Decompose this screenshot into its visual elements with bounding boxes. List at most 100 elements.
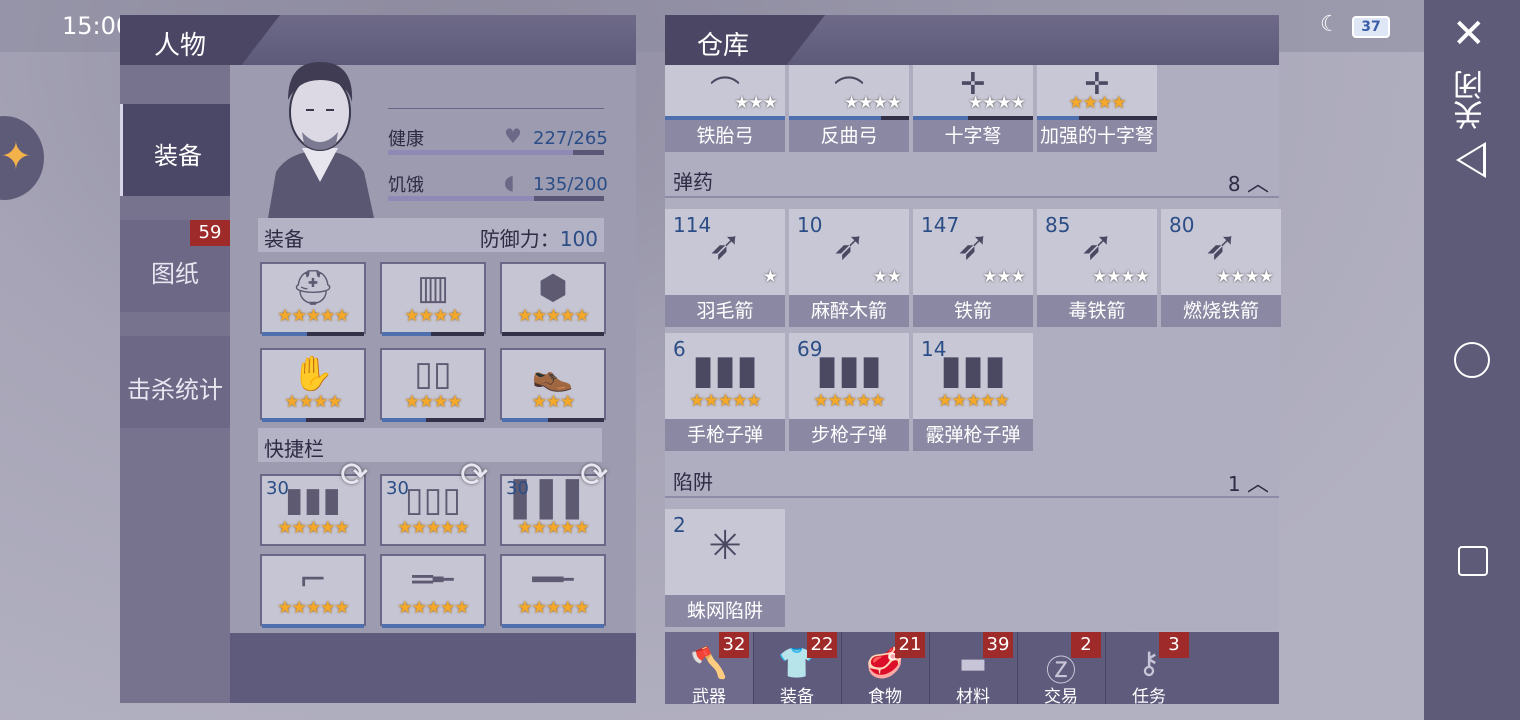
stomach-icon: ◖ (504, 170, 515, 194)
item-quantity: 10 (797, 213, 823, 237)
home-icon[interactable] (1454, 342, 1490, 378)
warehouse-item[interactable]: ⌒ ★★★ 铁胎弓 (665, 65, 785, 152)
rifle-icon: ━╾ (532, 560, 574, 600)
warehouse-item[interactable]: ➶ 80 ★★★★ 燃烧铁箭 (1161, 209, 1281, 327)
swap-icon[interactable]: ⟳ (580, 455, 609, 495)
heart-icon: ♥ (504, 124, 522, 148)
warehouse-item[interactable]: ▮▮▮ 14 ★★★★★ 霰弹枪子弹 (913, 333, 1033, 451)
item-name: 羽毛箭 (665, 295, 785, 327)
character-portrait (268, 62, 374, 218)
category-tab[interactable]: 👕 装备 22 (753, 632, 841, 707)
tab-blueprints-label: 图纸 (151, 260, 199, 288)
item-name: 加强的十字弩 (1037, 120, 1157, 152)
ammo-section-count: 8 ︿ (1228, 166, 1269, 198)
boots-icon: 👞 (531, 354, 575, 394)
tab-divider (841, 632, 842, 704)
star-rating: ★★★ (531, 392, 576, 412)
chevron-up-icon[interactable]: ︿ (1247, 472, 1269, 497)
category-tab[interactable]: ▬ 材料 39 (929, 632, 1017, 707)
quickbar-title: 快捷栏 (264, 437, 324, 461)
category-count-badge: 2 (1071, 632, 1101, 658)
star-rating: ★★★ (982, 267, 1026, 287)
health-value: 227/265 (533, 128, 608, 149)
star-rating: ★★★★ (1068, 93, 1127, 113)
warehouse-item[interactable]: ▮▮▮ 69 ★★★★★ 步枪子弹 (789, 333, 909, 451)
equipment-slot[interactable]: ═╾ ★★★★★ (380, 554, 486, 628)
category-tab[interactable]: Ⓩ 交易 2 (1017, 632, 1105, 707)
chevron-up-icon[interactable]: ︿ (1247, 172, 1269, 197)
equipment-slot[interactable]: ⬢ ★★★★★ (500, 262, 606, 336)
category-tab[interactable]: 🪓 武器 32 (665, 632, 753, 707)
warehouse-item[interactable]: ⌒ ★★★★ 反曲弓 (789, 65, 909, 152)
durability-bar-fill (262, 418, 306, 422)
chest-armor-icon: ▥ (416, 268, 450, 308)
star-rating: ★★★★★ (517, 306, 589, 326)
category-tab-label: 材料 (956, 687, 990, 707)
character-panel-footer (230, 633, 636, 703)
item-quantity: 69 (797, 337, 823, 361)
equipment-section-header: 装备 防御力：100 (258, 218, 604, 252)
hunger-bar (388, 196, 604, 201)
item-quantity: 114 (673, 213, 712, 237)
category-tab[interactable]: ⚷ 任务 3 (1105, 632, 1193, 707)
trap-section-header[interactable]: 陷阱 1 ︿ (665, 460, 1279, 498)
swap-icon[interactable]: ⟳ (460, 455, 489, 495)
star-rating: ★★★★ (1092, 267, 1150, 287)
defense-stat: 防御力：100 (480, 223, 598, 252)
equipment-section-title: 装备 (264, 227, 304, 251)
revolver-icon: ⌐ (298, 560, 328, 600)
category-count-badge: 32 (719, 632, 749, 658)
slot-quantity: 30 (386, 478, 409, 499)
item-name: 铁箭 (913, 295, 1033, 327)
hunger-bar-fill (388, 196, 534, 201)
pants-icon: ▯▯ (414, 354, 452, 394)
warehouse-item[interactable]: ➶ 114 ★ 羽毛箭 (665, 209, 785, 327)
trap-count: 1 (1227, 472, 1241, 496)
tab-kill-stats[interactable]: 击杀统计 (120, 336, 230, 428)
equipment-slot[interactable]: ⌐ ★★★★★ (260, 554, 366, 628)
item-name: 麻醉木箭 (789, 295, 909, 327)
star-rating: ★★★★★ (937, 391, 1009, 411)
ammo-count: 8 (1227, 172, 1241, 196)
category-tab[interactable]: 🥩 食物 21 (841, 632, 929, 707)
equipment-slot[interactable]: 👞 ★★★ (500, 348, 606, 422)
warehouse-item[interactable]: ➶ 10 ★★ 麻醉木箭 (789, 209, 909, 327)
close-label[interactable]: 关闭 (1452, 70, 1492, 130)
item-name: 手枪子弹 (665, 419, 785, 451)
swap-icon[interactable]: ⟳ (340, 455, 369, 495)
equipment-slot[interactable]: ━╾ ★★★★★ (500, 554, 606, 628)
equipment-slot[interactable]: ▥ ★★★★ (380, 262, 486, 336)
trap-section-title: 陷阱 (673, 470, 713, 494)
star-rating: ★★★★★ (397, 518, 469, 538)
star-rating: ★★ (872, 267, 903, 287)
health-label: 健康 (388, 129, 424, 150)
warehouse-item[interactable]: ▮▮▮ 6 ★★★★★ 手枪子弹 (665, 333, 785, 451)
warehouse-item[interactable]: ✛ ★★★★ 十字弩 (913, 65, 1033, 152)
category-tab-label: 交易 (1044, 687, 1078, 707)
star-rating: ★★★★★ (813, 391, 885, 411)
star-rating: ★★★★ (404, 392, 463, 412)
item-name: 步枪子弹 (789, 419, 909, 451)
item-quantity: 2 (673, 513, 686, 537)
tab-equipment[interactable]: 装备 (120, 104, 233, 196)
defense-label: 防御力： (479, 227, 560, 251)
durability-bar (502, 332, 604, 336)
warehouse-item[interactable]: ➶ 85 ★★★★ 毒铁箭 (1037, 209, 1157, 327)
warehouse-item[interactable]: ➶ 147 ★★★ 铁箭 (913, 209, 1033, 327)
ammo-section-header[interactable]: 弹药 8 ︿ (665, 160, 1279, 198)
warehouse-item[interactable]: ✳ 2 蛛网陷阱 (665, 509, 785, 627)
star-rating: ★★★★★ (277, 306, 349, 326)
item-quantity: 80 (1169, 213, 1195, 237)
durability-bar-fill (502, 418, 548, 422)
tab-divider (1105, 632, 1106, 704)
star-rating: ★★★★ (968, 93, 1026, 113)
equipment-slot[interactable]: ▯▯ ★★★★ (380, 348, 486, 422)
equipment-slot[interactable]: ✋ ★★★★ (260, 348, 366, 422)
star-rating: ★★★★★ (397, 598, 469, 618)
warehouse-item[interactable]: ✛ ★★★★ 加强的十字弩 (1037, 65, 1157, 152)
close-icon[interactable]: ✕ (1452, 14, 1486, 54)
equipment-slot[interactable]: ⛑ ★★★★★ (260, 262, 366, 336)
item-name: 霰弹枪子弹 (913, 419, 1033, 451)
recent-apps-icon[interactable] (1458, 546, 1488, 576)
quickbar-section-header: 快捷栏 (258, 428, 602, 462)
